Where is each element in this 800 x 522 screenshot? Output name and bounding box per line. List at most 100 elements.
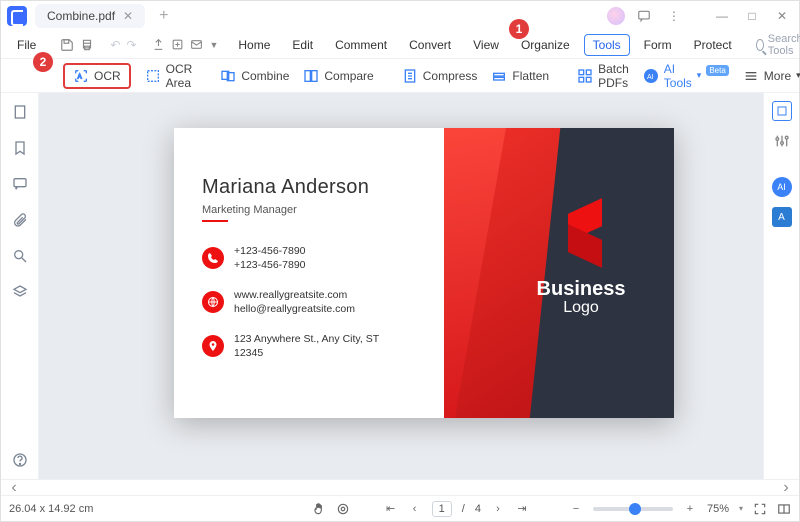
ai-tools-icon: AI [643,68,659,84]
flatten-button[interactable]: Flatten [491,68,549,84]
card-name: Mariana Anderson [202,176,369,199]
combine-button[interactable]: Combine [220,68,289,84]
compress-button[interactable]: Compress [402,68,478,84]
dropdown-icon[interactable]: ▼ [209,34,218,56]
scroll-left-icon[interactable]: ‹ [7,479,21,497]
horizontal-scrollbar[interactable]: ‹ › [1,479,799,495]
compress-icon [402,68,418,84]
search-tools[interactable]: Search Tools [756,33,800,57]
read-mode-icon[interactable] [777,502,791,516]
first-page-icon[interactable]: ⇤ [384,502,398,516]
layers-icon[interactable] [11,283,29,301]
ocr-area-button[interactable]: OCR Area [145,62,193,90]
batch-button[interactable]: Batch PDFs [577,62,629,90]
ai-sidebar-icon[interactable]: AI [772,177,792,197]
left-sidebar [1,93,39,479]
flatten-icon [491,68,507,84]
menu-home[interactable]: Home [230,35,278,55]
attachments-icon[interactable] [11,211,29,229]
comments-icon[interactable] [11,175,29,193]
ocr-icon: A [73,68,89,84]
redo-icon[interactable]: ↷ [126,34,136,56]
chat-icon[interactable] [633,6,655,26]
zoom-in-icon[interactable]: + [683,502,697,516]
phone-icon [202,247,224,269]
zoom-out-icon[interactable]: − [569,502,583,516]
compare-icon [303,68,319,84]
minimize-button[interactable]: — [711,6,733,26]
globe-icon [202,291,224,313]
page-input[interactable]: 1 [432,501,452,517]
combine-icon [220,68,236,84]
location-icon [202,335,224,357]
ai-tools-button[interactable]: AI AI Tools ▾ Beta [643,62,729,90]
svg-text:A: A [78,74,82,80]
maximize-button[interactable]: □ [741,6,763,26]
close-tab-icon[interactable]: ✕ [123,9,133,23]
save-icon[interactable] [60,34,74,56]
last-page-icon[interactable]: ⇥ [515,502,529,516]
fit-tool-icon[interactable] [336,502,350,516]
settings-icon[interactable] [772,131,792,151]
business-logo-text: Business Logo [526,278,636,317]
svg-text:AI: AI [647,74,654,81]
ocr-area-icon [145,68,161,84]
tab-title: Combine.pdf [47,9,115,23]
document-tab[interactable]: Combine.pdf ✕ [35,4,145,28]
print-icon[interactable] [80,34,94,56]
bookmarks-icon[interactable] [11,139,29,157]
menu-form[interactable]: Form [636,35,680,55]
hand-tool-icon[interactable] [312,502,326,516]
thumbnails-icon[interactable] [11,103,29,121]
tools-toolbar: 2 A OCR OCR Area Combine Compare Compres… [1,59,799,93]
new-tab-button[interactable]: + [153,7,174,25]
beta-badge: Beta [706,65,728,76]
email-icon[interactable] [190,34,203,56]
card-role: Marketing Manager [202,204,297,216]
status-bar: 26.04 x 14.92 cm ⇤ ‹ 1 / 4 › ⇥ − + 75% ▾ [1,495,799,521]
document-canvas[interactable]: Mariana Anderson Marketing Manager +123-… [39,93,763,479]
search-icon [756,39,764,51]
business-card: Mariana Anderson Marketing Manager +123-… [174,128,674,418]
menu-convert[interactable]: Convert [401,35,459,55]
page-total: 4 [475,503,481,515]
menu-edit[interactable]: Edit [284,35,321,55]
zoom-slider[interactable] [593,507,673,511]
title-bar: Combine.pdf ✕ + ⋮ — □ ✕ [1,1,799,31]
batch-icon [577,68,593,84]
export-icon[interactable] [152,34,165,56]
app-window: Combine.pdf ✕ + ⋮ — □ ✕ File ↶ ↷ ▼ [0,0,800,522]
business-logo-icon [558,206,616,264]
app-logo-icon [7,6,27,26]
help-icon[interactable] [11,451,29,469]
menu-bar: File ↶ ↷ ▼ Home Edit Comment Convert Vie… [1,31,799,59]
close-window-button[interactable]: ✕ [771,6,793,26]
fit-page-icon[interactable] [753,502,767,516]
card-phone-row: +123-456-7890+123-456-7890 [202,244,306,272]
menu-tools[interactable]: Tools [584,34,630,56]
kebab-icon[interactable]: ⋮ [663,6,685,26]
card-web-row: www.reallygreatsite.comhello@reallygreat… [202,288,355,316]
right-sidebar: AI A [763,93,799,479]
search-panel-icon[interactable] [11,247,29,265]
undo-icon[interactable]: ↶ [110,34,120,56]
select-tool-icon[interactable] [772,101,792,121]
share-icon[interactable] [171,34,184,56]
ocr-button[interactable]: A OCR [63,63,131,89]
menu-comment[interactable]: Comment [327,35,395,55]
more-button[interactable]: More▾ [743,68,800,84]
next-page-icon[interactable]: › [491,502,505,516]
ai-orb-icon[interactable] [607,7,625,25]
callout-1: 1 [509,19,529,39]
prev-page-icon[interactable]: ‹ [408,502,422,516]
menu-view[interactable]: View [465,35,507,55]
scroll-right-icon[interactable]: › [779,479,793,497]
window-controls: ⋮ — □ ✕ [607,6,793,26]
page-dimensions: 26.04 x 14.92 cm [9,503,93,515]
menu-protect[interactable]: Protect [686,35,740,55]
ocr-label: OCR [94,69,121,83]
more-icon [743,68,759,84]
body-area: Mariana Anderson Marketing Manager +123-… [1,93,799,479]
workspace-icon[interactable]: A [772,207,792,227]
compare-button[interactable]: Compare [303,68,373,84]
